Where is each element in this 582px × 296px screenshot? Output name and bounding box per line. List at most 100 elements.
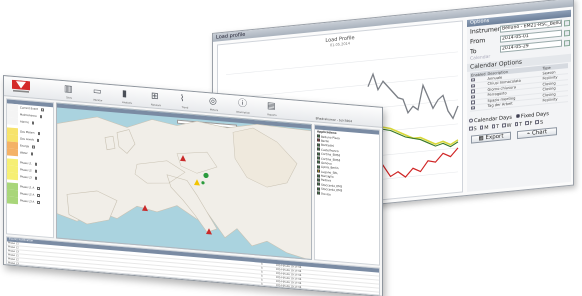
category-color-swatch [7,117,18,126]
weekday-checkbox[interactable]: W [502,122,512,129]
line-chart-icon[interactable]: ⌇ [180,94,190,106]
left-panel-item-label: Water [20,151,28,156]
left-panel-checkbox[interactable] [34,169,38,173]
radio-icon[interactable] [469,118,473,123]
checkbox-icon[interactable] [491,124,496,129]
toolbar-label: Meters [209,108,219,113]
left-panel: Current Event Maintenance Alarms Gas Meters… [6,98,54,239]
weekday-checkbox[interactable]: S [535,119,543,126]
left-panel-item-label: Phase L3 [20,175,32,180]
legend-color-swatch [317,187,320,191]
weekday-label: W [506,122,512,129]
legend-color-swatch [317,160,320,165]
toolbar-label: Reports [267,113,277,117]
category-color-swatch [7,196,18,205]
legend-color-swatch [317,165,320,169]
enabled-checkbox[interactable] [471,94,475,99]
left-panel-checkbox[interactable] [37,201,40,204]
left-panel-item-label: Phase L3 A [20,199,35,204]
from-calendar-icon[interactable] [564,29,570,36]
legend-list: Belluno Plaza Berlin Bonfadini Castelfranco… [315,134,379,201]
left-panel-item-label: Current Event [20,106,38,111]
left-panel-checkbox[interactable] [31,121,35,125]
brand-logo-icon [12,79,30,93]
legend-color-swatch [317,173,320,178]
legend-color-swatch [317,178,320,182]
info-icon[interactable]: ⓘ [238,99,248,111]
weekday-checkbox[interactable]: S [469,126,477,133]
weekday-checkbox[interactable]: F [525,120,532,127]
chart-button[interactable]: ⌁ Chart [517,126,557,139]
left-panel-checkbox[interactable] [39,115,43,119]
bar-chart-icon[interactable]: ▮ [122,89,132,101]
left-panel-item-label: Energy [20,144,30,149]
radio-selected-icon[interactable] [515,113,520,119]
monitor-icon[interactable]: ▭ [93,87,103,99]
legend-color-swatch [317,182,320,186]
document-icon[interactable]: ▤ [267,101,277,113]
left-panel-checkbox[interactable] [37,187,40,190]
europe-map[interactable] [57,104,312,260]
toolbar-label: Network [151,103,161,108]
left-panel-item-label: Maintenance [20,113,37,118]
legend-color-swatch [317,169,320,173]
weekday-checkbox[interactable]: M [479,124,489,131]
options-panel: Options Instrument: Belluno - EM21-RSC_B… [467,9,571,192]
checkbox-icon[interactable] [514,122,519,127]
left-panel-item-label: Phase L1 A [20,185,35,190]
checkbox-icon[interactable] [479,125,484,130]
left-panel-item-label: Phase L2 A [20,192,35,197]
calendar-options-table: Enabled Description Type Annuale Season C… [470,63,568,111]
map-view[interactable] [56,102,312,260]
legend-item-label: Treviso [321,191,331,197]
user-info: Bhadrakumar - bch7864 [315,116,352,124]
enabled-checkbox[interactable] [471,100,475,105]
weekday-checkbox[interactable]: T [491,123,500,130]
category-color-swatch [7,148,18,157]
left-panel-checkbox[interactable] [37,194,40,197]
left-panel-item-label: Alarms [20,120,29,125]
weekday-label: M [484,124,489,131]
checkbox-icon[interactable] [525,121,529,126]
screenshot-stage: Load profile Load Profile 01.05.2014 Opt… [0,0,582,296]
left-panel-checkbox[interactable] [41,108,44,112]
enabled-checkbox[interactable] [471,83,475,88]
instrument-dropdown-icon[interactable] [564,19,570,26]
to-calendar-icon[interactable] [564,39,570,46]
left-panel-checkbox[interactable] [37,132,41,135]
gauge-icon[interactable]: ◎ [209,96,219,108]
toolbar-label: Analysis [122,100,132,105]
left-panel-checkbox[interactable] [36,139,40,142]
checkbox-icon[interactable] [535,120,539,125]
toolbar-label: Information [236,110,250,115]
weekday-checkbox[interactable]: T [514,121,523,128]
enabled-checkbox[interactable] [471,89,475,94]
weekday-label: S [539,119,544,126]
weekday-label: T [519,121,523,128]
legend-color-swatch [317,191,320,195]
export-button[interactable]: ▦ Export [471,131,511,144]
left-panel-checkbox[interactable] [34,162,38,166]
left-panel-checkbox[interactable] [32,145,35,149]
building-icon[interactable]: ▥ [64,84,74,96]
toolbar-label: Sites [66,96,72,100]
events-cell-level: 3 [259,282,275,288]
toolbar-label: Trend [181,106,189,110]
left-panel-list: Current Event Maintenance Alarms Gas Meters… [7,103,53,207]
left-panel-checkbox[interactable] [30,152,34,156]
chart-label: Chart [531,128,548,137]
export-label: Export [485,132,504,141]
checkbox-icon[interactable] [502,123,506,128]
checkbox-icon[interactable] [469,126,473,131]
left-panel-item-label: Gas Levels [20,137,34,142]
legend-color-swatch [317,152,320,156]
weekday-label: F [529,120,533,127]
legend-color-swatch [317,143,320,147]
left-panel-checkbox[interactable] [34,176,38,180]
legend-color-swatch [317,156,320,160]
network-icon[interactable]: ⊞ [151,91,161,103]
weekday-label: T [496,123,500,130]
enabled-checkbox[interactable] [471,105,475,110]
enabled-checkbox[interactable] [471,78,475,82]
legend-panel: Applications Belluno Plaza Berlin Bonfadin… [314,124,380,266]
